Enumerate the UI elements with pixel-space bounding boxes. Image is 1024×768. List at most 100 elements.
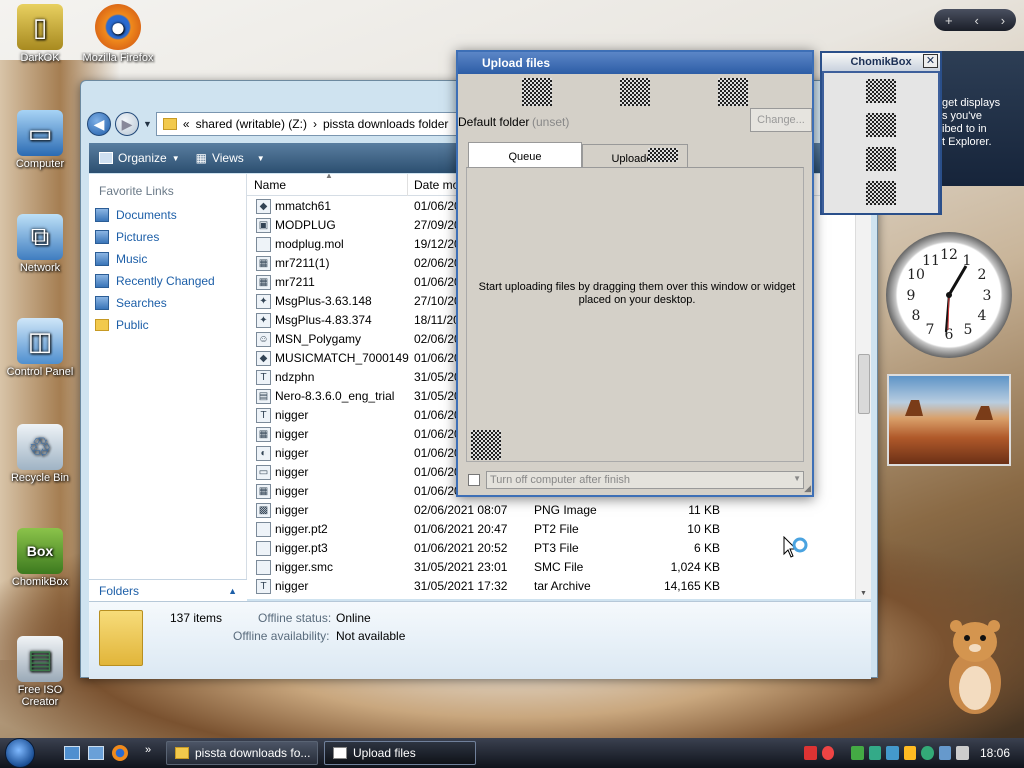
file-name: nigger.pt3: [275, 541, 328, 555]
sidebar-item-recently-changed[interactable]: Recently Changed: [89, 270, 246, 292]
upload-from-screen-icon[interactable]: [718, 78, 748, 106]
turn-off-select[interactable]: Turn off computer after finish ▼: [486, 471, 804, 489]
show-desktop-icon[interactable]: [64, 746, 80, 760]
history-dropdown-icon[interactable]: ▼: [143, 119, 152, 129]
task-explorer[interactable]: pissta downloads fo...: [166, 741, 318, 765]
quicklaunch-overflow-icon[interactable]: »: [145, 744, 151, 756]
queue-panel[interactable]: Start uploading files by dragging them o…: [466, 167, 804, 462]
desktop-icon-recycle-bin[interactable]: ♲ Recycle Bin: [0, 424, 80, 484]
switch-windows-icon[interactable]: [88, 746, 104, 760]
back-button[interactable]: ◀: [87, 112, 111, 136]
organize-button[interactable]: Organize ▼: [99, 151, 180, 165]
views-button[interactable]: ▦ Views ▼: [196, 151, 265, 165]
forward-arrow-icon: ▶: [121, 115, 133, 132]
start-button[interactable]: [0, 738, 40, 768]
desktop-icon-darkok[interactable]: ▯ DarkOK: [0, 4, 80, 64]
title-bar[interactable]: Upload files: [458, 52, 812, 74]
file-icon: ✦: [256, 294, 271, 309]
folder-icon: [162, 118, 177, 130]
vertical-scrollbar[interactable]: ▼: [855, 174, 871, 599]
desktop-icon-computer[interactable]: ▭ Computer: [0, 110, 80, 170]
window-icon[interactable]: [866, 147, 896, 171]
recycle-bin-icon: ♲: [17, 424, 63, 470]
table-row[interactable]: nigger.smc 31/05/2021 23:01 SMC File 1,024 …: [247, 557, 871, 576]
desktop-icon-free-iso-creator[interactable]: ▤ Free ISO Creator: [0, 636, 80, 708]
app-tray-icon[interactable]: [921, 746, 934, 760]
breadcrumb-separator[interactable]: ›: [313, 117, 317, 131]
breadcrumb-drive[interactable]: shared (writable) (Z:): [196, 117, 307, 131]
folder-icon: [99, 610, 143, 666]
slideshow-gadget[interactable]: [887, 374, 1011, 466]
add-gadget-button[interactable]: +: [945, 13, 953, 28]
desktop-icon-firefox[interactable]: ● Mozilla Firefox: [78, 4, 158, 66]
prev-gadget-button[interactable]: ‹: [974, 13, 978, 28]
desktop-icon-control-panel[interactable]: ◫ Control Panel: [0, 318, 80, 378]
address-bar[interactable]: « shared (writable) (Z:) › pissta downlo…: [155, 112, 467, 136]
chomikbox-title-bar[interactable]: ChomikBox ✕: [822, 53, 940, 71]
table-row[interactable]: nigger.pt2 01/06/2021 20:47 PT2 File 10 KB: [247, 519, 871, 538]
table-row[interactable]: ▩ nigger 02/06/2021 08:07 PNG Image 11 KB: [247, 500, 871, 519]
task-upload-files[interactable]: Upload files: [324, 741, 476, 765]
file-name: nigger: [275, 427, 309, 441]
forward-button[interactable]: ▶: [115, 112, 139, 136]
file-date: 27/09/20: [414, 218, 461, 232]
file-name: ndzphn: [275, 370, 315, 384]
table-row[interactable]: nigger.pt3 01/06/2021 20:52 PT3 File 6 KB: [247, 538, 871, 557]
file-icon: [256, 522, 271, 537]
file-name: mmatch61: [275, 199, 332, 213]
network-activity-icon[interactable]: [868, 746, 882, 760]
file-name: mr7211: [275, 275, 315, 289]
chomikbox-widget[interactable]: ChomikBox ✕: [820, 51, 942, 215]
file-name: MSN_Polygamy: [275, 332, 362, 346]
sidebar-item-music[interactable]: Music: [89, 248, 246, 270]
close-button[interactable]: ✕: [923, 54, 938, 68]
upload-files-window[interactable]: Upload files Default folder (unset) Chan…: [456, 50, 814, 497]
upload-from-disk-icon[interactable]: [522, 78, 552, 106]
sidebar-item-public[interactable]: Public: [89, 314, 246, 336]
list-icon[interactable]: [866, 113, 896, 137]
breadcrumb-folder[interactable]: pissta downloads folder: [323, 117, 448, 131]
desktop-icon-network[interactable]: ⧉ Network: [0, 214, 80, 274]
sidebar-item-documents[interactable]: Documents: [89, 204, 246, 226]
scrollbar-thumb[interactable]: [858, 354, 870, 414]
breadcrumb-overflow[interactable]: «: [183, 117, 190, 131]
upload-from-clipboard-icon[interactable]: [620, 78, 650, 106]
queue-status-icon: [471, 430, 501, 460]
folders-toggle[interactable]: Folders ▲: [89, 579, 247, 601]
sidebar-item-searches[interactable]: Searches: [89, 292, 246, 314]
desktop-icon-chomikbox[interactable]: Box ChomikBox: [0, 528, 80, 588]
error-icon[interactable]: [821, 746, 835, 760]
file-icon: [256, 237, 271, 252]
resize-grip-icon[interactable]: ◢: [804, 483, 811, 494]
file-name: mr7211(1): [275, 256, 330, 270]
taskbar: » pissta downloads fo... Upload files 18…: [0, 738, 1024, 768]
column-header-name[interactable]: Name: [254, 178, 286, 192]
chevron-down-icon: ▼: [793, 474, 801, 483]
network-icon[interactable]: [938, 746, 952, 760]
music-icon: [95, 252, 109, 266]
desktop-icon-label: Recycle Bin: [10, 472, 70, 484]
column-header-date[interactable]: Date mo: [414, 178, 459, 192]
chomikbox-tray-icon[interactable]: [886, 746, 899, 760]
messenger-icon[interactable]: [851, 746, 864, 760]
window-title: Upload files: [482, 56, 551, 70]
feed-gadget[interactable]: get displays s you've ibed to in t Explo…: [942, 51, 1024, 186]
table-row[interactable]: Tnigger 31/05/2021 17:32 tar Archive 14,165…: [247, 576, 871, 595]
upload-icon[interactable]: [866, 79, 896, 103]
scroll-down-icon[interactable]: ▼: [860, 590, 867, 597]
update-icon[interactable]: [903, 746, 917, 760]
file-date: 01/06/20: [414, 465, 461, 479]
turn-off-checkbox[interactable]: [468, 474, 480, 486]
firefox-icon[interactable]: [112, 745, 128, 761]
clock-gadget[interactable]: 12 1 2 3 4567 8 9 10 11: [886, 232, 1012, 358]
tab-queue[interactable]: Queue: [468, 142, 582, 168]
volume-icon[interactable]: [956, 746, 969, 760]
file-icon: ☺: [256, 332, 271, 347]
change-folder-button[interactable]: Change...: [750, 108, 812, 132]
next-gadget-button[interactable]: ›: [1001, 13, 1005, 28]
security-alert-icon[interactable]: [804, 746, 817, 760]
desktop-icon-label: DarkOK: [20, 52, 60, 64]
clock-time[interactable]: 18:06: [980, 746, 1010, 760]
sidebar-item-pictures[interactable]: Pictures: [89, 226, 246, 248]
exit-icon[interactable]: [866, 181, 896, 205]
